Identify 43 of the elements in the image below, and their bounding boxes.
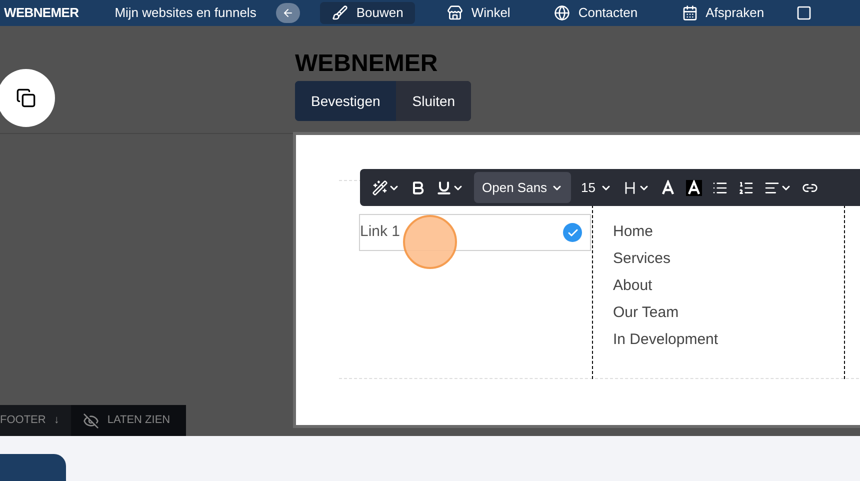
nav-tab[interactable]: Afspraken xyxy=(670,2,776,24)
menu-link[interactable]: Services xyxy=(613,249,844,268)
text-color-icon[interactable] xyxy=(660,180,676,196)
click-indicator xyxy=(403,215,457,269)
brush-icon xyxy=(332,5,348,21)
footer-button[interactable]: FOOTER ↓ xyxy=(0,405,72,436)
show-toggle[interactable]: LATEN ZIEN xyxy=(71,405,186,436)
layers-button[interactable] xyxy=(0,69,55,127)
sites-link[interactable]: Mijn websites en funnels xyxy=(114,3,256,23)
globe-icon xyxy=(554,5,570,21)
back-button[interactable] xyxy=(276,3,300,23)
numbered-list-icon[interactable] xyxy=(738,180,754,196)
link-text: Link 1 xyxy=(360,222,400,242)
menu-link[interactable]: Our Team xyxy=(613,303,844,322)
brand-logo: WEBNEMER xyxy=(4,4,79,22)
wand-icon xyxy=(372,180,388,196)
menu-link[interactable]: In Development xyxy=(613,330,844,349)
nav-tab[interactable]: Bouwen xyxy=(320,2,416,24)
bold-icon[interactable] xyxy=(410,180,426,196)
underline-button[interactable] xyxy=(436,180,464,196)
back-arrow-icon xyxy=(282,7,294,19)
font-dropdown[interactable]: Open Sans xyxy=(474,172,572,203)
underline-icon xyxy=(436,180,452,196)
footer-label: FOOTER xyxy=(0,413,46,428)
down-arrow: ↓ xyxy=(54,413,60,428)
square-icon xyxy=(796,5,812,21)
align-left-icon xyxy=(764,180,780,196)
highlight-icon[interactable] xyxy=(686,180,702,196)
align-button[interactable] xyxy=(764,180,792,196)
layers-icon xyxy=(16,88,36,108)
bullet-list-icon[interactable] xyxy=(712,180,728,196)
eye-off-icon xyxy=(83,412,100,428)
nav-tab[interactable]: Contacten xyxy=(542,2,650,24)
menu-link[interactable]: Home xyxy=(613,222,844,241)
check-icon[interactable] xyxy=(563,223,582,242)
nav-tab[interactable]: Winkel xyxy=(435,2,522,24)
size-dropdown[interactable]: 15 xyxy=(581,178,612,198)
action-button[interactable]: Bevestigen xyxy=(295,81,396,121)
store-icon xyxy=(447,5,464,21)
magic-button[interactable] xyxy=(372,180,400,196)
calendar-icon xyxy=(682,5,698,21)
page-heading: WEBNEMER xyxy=(295,50,438,78)
menu-link[interactable]: About xyxy=(613,276,844,295)
